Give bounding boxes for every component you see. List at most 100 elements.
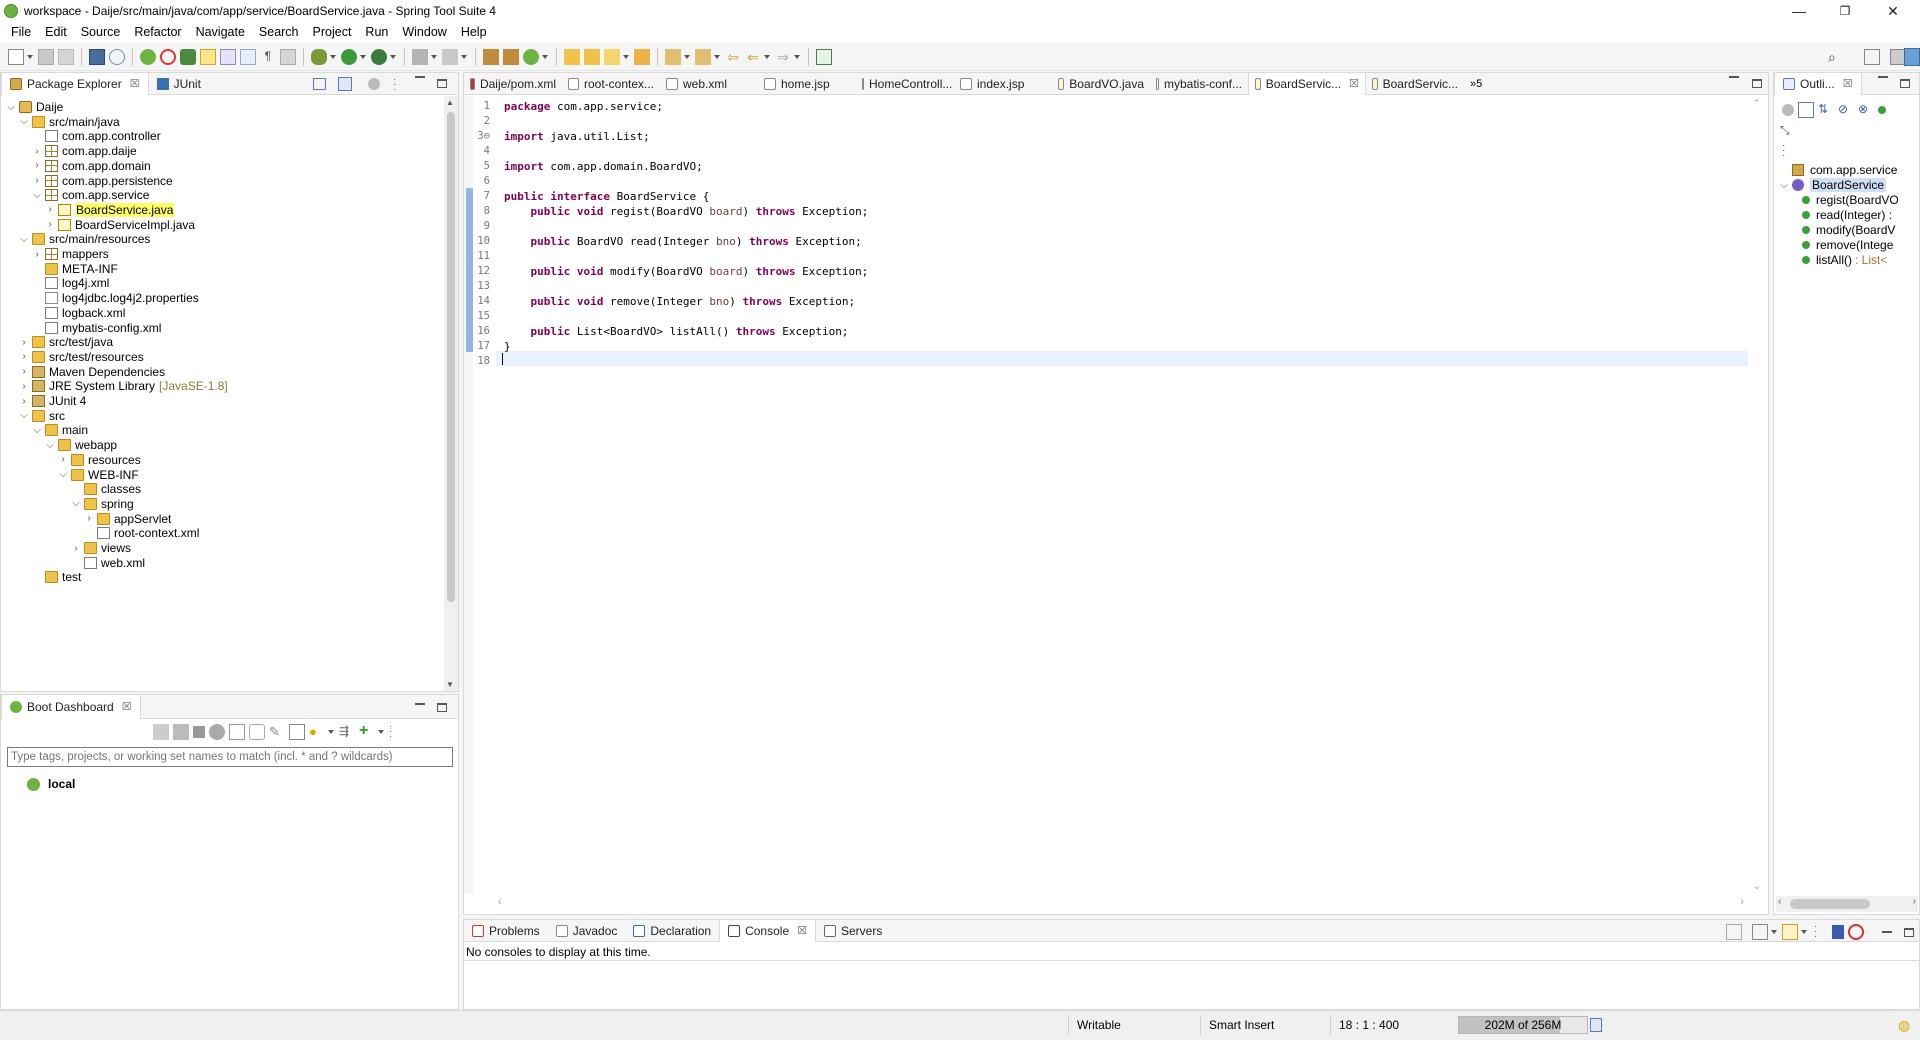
- tab-javadoc[interactable]: Javadoc: [548, 920, 626, 942]
- new-java-package-icon[interactable]: [483, 48, 499, 65]
- tab-servers[interactable]: Servers: [816, 920, 890, 942]
- view-menu-icon[interactable]: · · ·: [389, 722, 393, 742]
- stop-icon[interactable]: [412, 48, 428, 65]
- expanded-twisty-icon[interactable]: ⌵: [5, 102, 17, 113]
- display-console-icon[interactable]: [1752, 924, 1768, 940]
- outline-horizontal-scrollbar[interactable]: ‹ ›: [1776, 896, 1918, 912]
- link-with-editor-icon[interactable]: [338, 77, 352, 91]
- collapsed-twisty-icon[interactable]: ›: [18, 381, 30, 392]
- expanded-twisty-icon[interactable]: ⌵: [18, 234, 30, 245]
- link-icon[interactable]: [249, 724, 265, 740]
- menu-window[interactable]: Window: [395, 25, 453, 39]
- filter-icon[interactable]: [368, 78, 380, 90]
- next-annotation-icon[interactable]: [280, 48, 296, 65]
- menu-run[interactable]: Run: [358, 25, 395, 39]
- add-icon[interactable]: +: [359, 723, 375, 740]
- collapsed-twisty-icon[interactable]: ›: [70, 543, 82, 554]
- heap-status[interactable]: 202M of 256M: [1458, 1016, 1588, 1034]
- maximize-icon[interactable]: [437, 703, 447, 712]
- run-icon[interactable]: [341, 48, 357, 65]
- spring-icon[interactable]: [1848, 924, 1864, 940]
- search-icon[interactable]: [604, 48, 620, 65]
- tab-junit[interactable]: JUnit: [149, 73, 209, 95]
- coverage-icon[interactable]: [371, 48, 387, 65]
- collapsed-twisty-icon[interactable]: ›: [44, 219, 56, 230]
- debug-icon[interactable]: [173, 724, 189, 740]
- menu-project[interactable]: Project: [306, 25, 359, 39]
- spring-perspective-icon[interactable]: [1904, 48, 1920, 66]
- collapsed-twisty-icon[interactable]: ›: [18, 351, 30, 362]
- tab-package-explorer[interactable]: Package Explorer ☒: [1, 72, 149, 95]
- minimize-icon[interactable]: [415, 76, 425, 78]
- expanded-twisty-icon[interactable]: ⌵: [70, 498, 82, 509]
- collapsed-twisty-icon[interactable]: ›: [18, 337, 30, 348]
- new-icon[interactable]: [8, 48, 24, 65]
- java-ee-icon[interactable]: [1832, 925, 1844, 939]
- collapsed-twisty-icon[interactable]: ›: [31, 175, 43, 186]
- last-edit-location-icon[interactable]: ⇦: [725, 49, 741, 65]
- editor-horizontal-scrollbar[interactable]: ‹ ›: [494, 896, 1748, 912]
- menu-help[interactable]: Help: [454, 25, 494, 39]
- debug-icon[interactable]: [311, 48, 327, 65]
- new-spring-starter-icon[interactable]: [523, 48, 539, 65]
- tree-item[interactable]: test: [31, 568, 81, 586]
- open-task-icon[interactable]: [584, 48, 600, 65]
- expanded-twisty-icon[interactable]: ⌵: [31, 190, 43, 201]
- open-resource-icon[interactable]: [634, 48, 650, 65]
- stop-icon[interactable]: [193, 726, 205, 738]
- word-wrap-icon[interactable]: [240, 48, 256, 65]
- maximize-icon[interactable]: [437, 79, 447, 88]
- collapsed-twisty-icon[interactable]: ›: [18, 366, 30, 377]
- new-java-class-icon[interactable]: [503, 48, 519, 65]
- hide-static-icon[interactable]: ⊗: [1858, 102, 1874, 118]
- boot-dashboard-icon[interactable]: [140, 48, 156, 65]
- pin-console-icon[interactable]: [1726, 924, 1742, 940]
- open-browser-icon[interactable]: [209, 724, 225, 740]
- minimize-icon[interactable]: [1878, 76, 1888, 78]
- lightbulb-icon[interactable]: ◍: [1898, 1017, 1910, 1034]
- expanded-twisty-icon[interactable]: ⌵: [57, 469, 69, 480]
- save-icon[interactable]: [38, 48, 54, 65]
- next-edit-location-icon[interactable]: [665, 48, 681, 65]
- maximize-icon[interactable]: [1900, 79, 1910, 88]
- start-icon[interactable]: [153, 724, 169, 740]
- outline-item[interactable]: listAll(): List<: [1800, 251, 1887, 269]
- lightbulb-icon[interactable]: ●: [309, 724, 325, 740]
- show-whitespace-icon[interactable]: ¶: [260, 49, 276, 65]
- maximize-icon[interactable]: [1904, 927, 1914, 937]
- status-menu-icon[interactable]: · · ·: [1600, 1016, 1604, 1036]
- list-item[interactable]: local: [27, 775, 75, 793]
- collapsed-twisty-icon[interactable]: ›: [18, 396, 30, 407]
- minimize-icon[interactable]: [415, 703, 425, 705]
- open-perspective-icon[interactable]: [1864, 49, 1880, 65]
- hide-non-public-icon[interactable]: [1878, 106, 1886, 114]
- expanded-twisty-icon[interactable]: ⌵: [44, 440, 56, 451]
- open-console-icon[interactable]: [1782, 924, 1798, 940]
- menu-navigate[interactable]: Navigate: [189, 25, 252, 39]
- minimize-icon[interactable]: [1882, 931, 1892, 933]
- back-icon[interactable]: ⇐: [745, 49, 761, 65]
- menu-refactor[interactable]: Refactor: [127, 25, 188, 39]
- scrollbar-thumb[interactable]: [447, 112, 455, 602]
- scrollbar-thumb[interactable]: [1790, 899, 1870, 909]
- tab-console[interactable]: Console ☒: [719, 919, 816, 942]
- properties-icon[interactable]: [289, 724, 305, 740]
- tab-problems[interactable]: Problems: [464, 920, 548, 942]
- menu-search[interactable]: Search: [252, 25, 306, 39]
- menu-edit[interactable]: Edit: [38, 25, 74, 39]
- open-folder-icon[interactable]: [564, 48, 580, 65]
- forward-icon[interactable]: ⇒: [775, 49, 791, 65]
- spring-restart-icon[interactable]: [160, 48, 176, 65]
- collapsed-twisty-icon[interactable]: ›: [31, 160, 43, 171]
- hide-local-types-icon[interactable]: ⤡: [1780, 123, 1796, 139]
- expose-icon[interactable]: ⇶: [339, 724, 355, 740]
- tab-boot-dashboard[interactable]: Boot Dashboard ☒: [1, 694, 141, 719]
- collapsed-twisty-icon[interactable]: ›: [44, 204, 56, 215]
- tab-declaration[interactable]: Declaration: [625, 920, 719, 942]
- pin-editor-icon[interactable]: [816, 48, 832, 65]
- expanded-twisty-icon[interactable]: ⌵: [18, 116, 30, 127]
- close-icon[interactable]: ☒: [122, 700, 132, 713]
- collapsed-twisty-icon[interactable]: ›: [83, 513, 95, 524]
- expanded-twisty-icon[interactable]: ⌵: [18, 410, 30, 421]
- minimize-button[interactable]: —: [1776, 0, 1822, 22]
